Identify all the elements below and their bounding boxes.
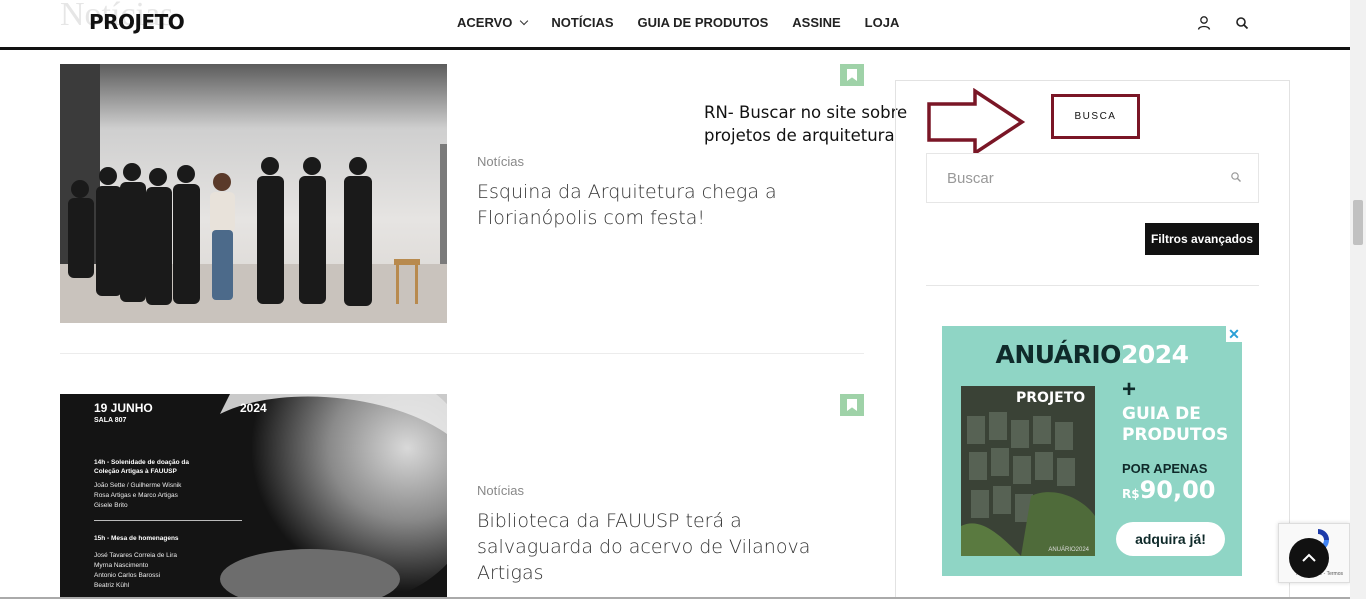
ad-headline-word: ANUÁRIO (995, 340, 1121, 369)
article-image-event-photo[interactable] (60, 64, 447, 323)
user-icon[interactable] (1196, 15, 1212, 31)
back-to-top-button[interactable] (1289, 538, 1329, 578)
annotation-text: RN- Buscar no site sobre projetos de arq… (704, 101, 907, 147)
ad-headline: ANUÁRIO2024 (942, 340, 1242, 369)
sidebar-divider (926, 285, 1259, 286)
page: { "page": { "ghost_title": "Notícias" },… (0, 0, 1366, 599)
ad-book-footer: ANUÁRIO2024 (1048, 547, 1089, 553)
poster-line: 15h - Mesa de homenagens (94, 535, 179, 542)
vertical-scrollbar[interactable] (1350, 0, 1366, 599)
nav-item-assine[interactable]: ASSINE (792, 15, 840, 30)
chevron-down-icon (520, 16, 529, 26)
annotation-line: RN- Buscar no site sobre (704, 103, 908, 122)
poster-line: João Sette / Guilherme Wisnik (94, 482, 182, 489)
article-title[interactable]: Esquina da Arquitetura chega a Florianóp… (477, 179, 857, 231)
ad-book-cover: PROJETO ANUÁRIO2024 (961, 386, 1095, 556)
site-logo[interactable]: PROJETO (89, 10, 185, 34)
poster-line: Myrna Nascimento (94, 562, 149, 569)
ad-cta-button[interactable]: adquira já! (1116, 522, 1225, 556)
ad-guia: GUIA DE PRODUTOS (1122, 404, 1228, 446)
search-icon[interactable] (1230, 171, 1242, 183)
ad-plus: + (1122, 376, 1137, 403)
main-nav: ACERVO NOTÍCIAS GUIA DE PRODUTOS ASSINE … (457, 15, 923, 30)
busca-heading: BUSCA (1051, 94, 1140, 139)
poster-line: Beatriz Kühl (94, 582, 130, 589)
ad-por-apenas: POR APENAS (1122, 461, 1208, 476)
search-icon[interactable] (1234, 15, 1250, 31)
poster-date: 19 JUNHO (94, 401, 153, 415)
poster-line: Antonio Carlos Barossi (94, 572, 161, 579)
nav-item-noticias[interactable]: NOTÍCIAS (551, 15, 613, 30)
advanced-filters-button[interactable]: Filtros avançados (1145, 223, 1259, 255)
ad-price-value: 90,00 (1139, 476, 1216, 504)
poster-room: SALA 807 (94, 417, 127, 424)
site-header: PROJETO ACERVO NOTÍCIAS GUIA DE PRODUTOS… (0, 0, 1350, 50)
ad-currency: R$ (1122, 487, 1140, 501)
bookmark-button[interactable] (840, 64, 864, 86)
chevron-up-icon (1302, 553, 1316, 562)
search-input[interactable] (926, 153, 1259, 203)
advertisement-banner[interactable]: ✕ ANUÁRIO2024 PROJETO ANUÁRIO2024 + GUIA… (942, 326, 1242, 576)
poster-line: José Tavares Correia de Lira (94, 552, 177, 559)
annotation-line: projetos de arquitetura (704, 126, 895, 145)
nav-item-acervo[interactable]: ACERVO (457, 15, 529, 30)
article-category[interactable]: Notícias (477, 154, 524, 169)
poster-line: Gisele Brito (94, 502, 128, 509)
poster-rule (94, 520, 242, 521)
ad-book-title: PROJETO (1016, 390, 1086, 406)
ad-guia-line: PRODUTOS (1122, 425, 1229, 445)
article-image-event-poster[interactable]: 19 JUNHO 2024 SALA 807 14h - Solenidade … (60, 394, 447, 599)
poster-line: Coleção Artigas à FAUUSP (94, 468, 177, 475)
article-divider (60, 353, 864, 354)
bookmark-button[interactable] (840, 394, 864, 416)
nav-item-guia-de-produtos[interactable]: GUIA DE PRODUTOS (638, 15, 769, 30)
ad-guia-line: GUIA DE (1122, 404, 1201, 424)
article-category[interactable]: Notícias (477, 483, 524, 498)
scrollbar-thumb[interactable] (1353, 200, 1363, 245)
poster-line: 14h - Solenidade de doação da (94, 459, 189, 466)
bookmark-icon (847, 69, 857, 81)
article-title[interactable]: Biblioteca da FAUUSP terá a salvaguarda … (477, 508, 857, 586)
ad-headline-year: 2024 (1120, 340, 1189, 369)
bookmark-icon (847, 399, 857, 411)
poster-line: Rosa Artigas e Marco Artigas (94, 492, 178, 499)
nav-label: ACERVO (457, 15, 513, 30)
nav-item-loja[interactable]: LOJA (865, 15, 900, 30)
poster-year: 2024 (240, 401, 267, 415)
article-card: 19 JUNHO 2024 SALA 807 14h - Solenidade … (60, 394, 864, 599)
ad-price: R$90,00 (1122, 476, 1216, 504)
